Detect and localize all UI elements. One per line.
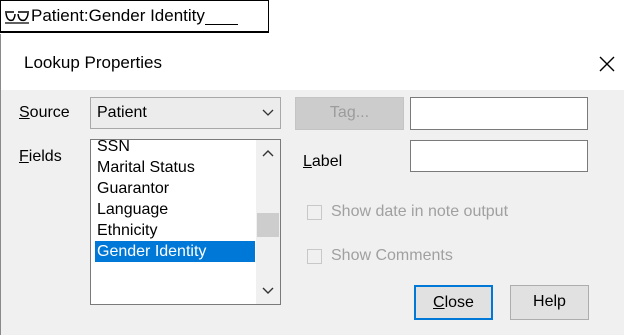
close-icon[interactable] [591, 48, 623, 80]
tag-field-blank [204, 8, 238, 25]
close-button[interactable]: Close [414, 285, 493, 320]
tag-field-text: Patient:Gender Identity [31, 6, 205, 25]
show-comments-label: Show Comments [331, 247, 453, 264]
tag-text-input[interactable] [410, 97, 588, 130]
source-dropdown[interactable]: Patient [90, 97, 281, 129]
list-item[interactable]: SSN [95, 140, 253, 157]
chevron-up-icon[interactable] [262, 148, 274, 158]
list-item[interactable]: Ethnicity [95, 220, 253, 241]
list-item[interactable]: Guarantor [95, 178, 253, 199]
chevron-down-icon[interactable] [262, 286, 274, 296]
lookup-properties-dialog: Lookup Properties Source Patient Tag... … [0, 34, 624, 335]
dialog-title: Lookup Properties [24, 53, 162, 72]
glasses-icon [5, 11, 29, 24]
show-comments-checkbox[interactable] [307, 249, 322, 264]
help-button[interactable]: Help [510, 285, 589, 320]
fields-label: Fields [19, 148, 62, 165]
lookup-tag-field: Patient:Gender Identity [0, 0, 269, 33]
source-value: Patient [97, 104, 147, 121]
chevron-down-icon [262, 109, 274, 116]
fields-listbox[interactable]: SSN Marital Status Guarantor Language Et… [90, 139, 281, 305]
list-item[interactable]: Language [95, 199, 253, 220]
dialog-titlebar: Lookup Properties [1, 34, 624, 90]
list-item-selected[interactable]: Gender Identity [95, 241, 255, 262]
label-input[interactable] [410, 140, 588, 172]
list-item[interactable]: Marital Status [95, 157, 253, 178]
fields-scrollbar[interactable] [256, 140, 280, 304]
show-date-label: Show date in note output [331, 203, 509, 220]
source-label: Source [19, 104, 70, 121]
show-date-checkbox[interactable] [307, 205, 322, 220]
scrollbar-thumb[interactable] [257, 213, 279, 237]
label-field-label: Label [303, 153, 343, 170]
tag-button[interactable]: Tag... [295, 97, 404, 130]
